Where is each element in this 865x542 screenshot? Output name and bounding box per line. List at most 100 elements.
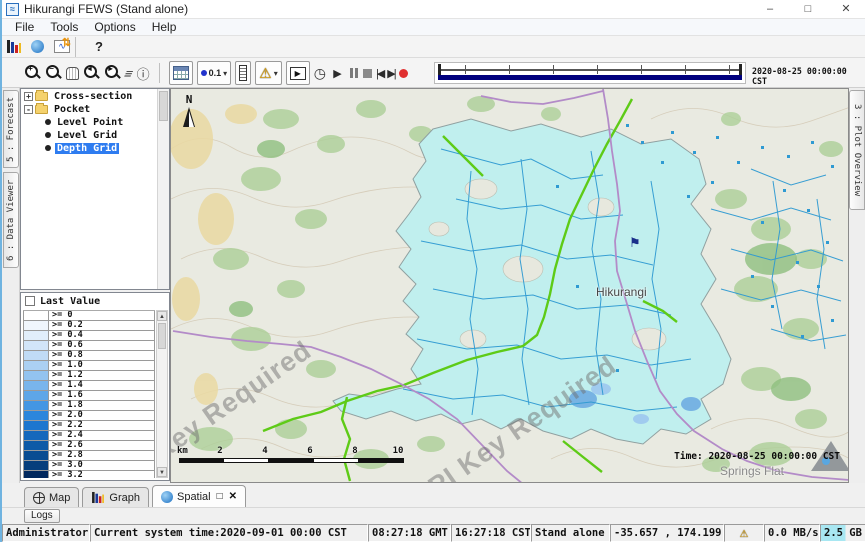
legend-class-row[interactable]: >= 0.8	[23, 351, 155, 361]
layers-icon[interactable]: ≡	[122, 66, 137, 81]
zoom-previous-icon[interactable]: ◂	[83, 64, 100, 82]
status-local-time: 16:27:18 CST	[451, 524, 531, 542]
scale-tick-label: 6	[299, 446, 321, 456]
tab-plot-overview[interactable]: 3 : Plot Overview	[849, 90, 865, 210]
tree-item-depth-grid[interactable]: Depth Grid	[21, 142, 169, 154]
tree-item-label[interactable]: Level Grid	[55, 130, 119, 141]
app-logo-icon: ≈	[6, 3, 19, 16]
legend-class-row[interactable]: >= 3.2	[23, 471, 155, 478]
logs-button[interactable]: Logs	[24, 509, 60, 523]
legend-class-row[interactable]: >= 0.2	[23, 321, 155, 331]
collapse-icon[interactable]: -	[24, 105, 33, 114]
legend-scrollbar-thumb[interactable]	[158, 323, 166, 349]
legend-class-row[interactable]: >= 0.6	[23, 341, 155, 351]
menu-item[interactable]: File	[8, 20, 41, 34]
legend-color-swatch	[23, 321, 49, 331]
legend-scrollbar[interactable]: ▲ ▼	[156, 310, 168, 478]
open-archive-button[interactable]	[7, 40, 21, 53]
tree-item-level-point[interactable]: Level Point	[21, 116, 169, 128]
map-tools-group: + − ◂ ▸ ≡ ⓘ 0.1 ▾ ⚠ ▾ ▶ ◷ ▶ |◀	[24, 58, 408, 88]
thresholds-dropdown[interactable]: ⚠ ▾	[255, 61, 282, 85]
legend-color-swatch	[23, 361, 49, 371]
tree-item-label[interactable]: Level Point	[55, 117, 125, 128]
last-value-checkbox[interactable]	[25, 296, 35, 306]
tree-item-label-selected[interactable]: Depth Grid	[55, 143, 119, 154]
legend-class-row[interactable]: >= 2.8	[23, 451, 155, 461]
station-marker-icon[interactable]: ⚑	[629, 235, 641, 251]
spatial-map-canvas[interactable]: API Key Required API Key Required N ⚑ Hi…	[170, 88, 849, 483]
legend-class-row[interactable]: >= 1.8	[23, 401, 155, 411]
window-title: Hikurangi FEWS (Stand alone)	[24, 2, 188, 16]
time-slider-track	[439, 69, 741, 71]
animation-export-button[interactable]: ▶	[286, 61, 310, 85]
pause-button[interactable]	[349, 68, 359, 78]
stop-button[interactable]	[363, 69, 372, 78]
class-breaks-dropdown[interactable]: 0.1 ▾	[197, 61, 232, 85]
status-warning-cell[interactable]: ⚠	[724, 524, 764, 542]
maximize-button[interactable]: □	[789, 0, 827, 19]
scroll-down-icon[interactable]: ▼	[157, 467, 167, 477]
tab-map[interactable]: Map	[24, 487, 79, 507]
tab-restore-icon[interactable]: □	[217, 491, 223, 502]
record-button[interactable]	[399, 69, 408, 78]
warning-icon: ⚠	[740, 526, 748, 540]
tab-data-viewer[interactable]: 6 : Data Viewer	[3, 172, 19, 268]
timeseries-dialog-button[interactable]: ∿	[54, 40, 70, 53]
tree-scrollbar[interactable]	[157, 89, 169, 289]
legend-class-row[interactable]: >= 2.2	[23, 421, 155, 431]
animation-timer-icon[interactable]: ◷	[314, 65, 326, 82]
tree-item-level-grid[interactable]: Level Grid	[21, 129, 169, 141]
longitudinal-profile-button[interactable]	[235, 61, 251, 85]
time-slider-thumb[interactable]	[438, 64, 441, 75]
time-span-bar	[438, 75, 742, 80]
pan-icon[interactable]	[66, 67, 79, 80]
legend-class-row[interactable]: >= 1.2	[23, 371, 155, 381]
tab-close-icon[interactable]: ✕	[229, 491, 237, 502]
scroll-up-icon[interactable]: ▲	[157, 311, 167, 321]
scale-tick-label: 8	[344, 446, 366, 456]
legend-class-row[interactable]: >= 2.4	[23, 431, 155, 441]
legend-color-swatch	[23, 351, 49, 361]
minimize-button[interactable]: –	[751, 0, 789, 19]
zoom-next-icon[interactable]: ▸	[104, 64, 121, 82]
menu-item[interactable]: Help	[145, 20, 184, 34]
tree-item-label[interactable]: Pocket	[52, 104, 92, 115]
tab-forecast[interactable]: 5 : Forecast	[3, 90, 19, 168]
menu-item[interactable]: Options	[87, 20, 142, 34]
play-button[interactable]: ▶	[330, 67, 345, 80]
filter-tree: + Cross-section - Pocket Level Point Lev…	[20, 88, 170, 290]
main-toolbar: ∿ ?	[2, 36, 865, 58]
zoom-out-icon[interactable]: −	[45, 64, 62, 82]
tree-item-pocket[interactable]: - Pocket	[21, 103, 169, 115]
legend-color-swatch	[23, 371, 49, 381]
legend-class-row[interactable]: >= 2.6	[23, 441, 155, 451]
toolbar-separator	[159, 63, 160, 83]
help-button[interactable]: ?	[95, 39, 103, 54]
legend-class-row[interactable]: >= 0.4	[23, 331, 155, 341]
open-map-button[interactable]	[31, 40, 44, 53]
legend-class-row[interactable]: >= 2.0	[23, 411, 155, 421]
status-memory[interactable]: 2.5 GB	[820, 524, 865, 542]
logs-row: Logs	[2, 507, 865, 524]
legend-class-row[interactable]: >= 3.0	[23, 461, 155, 471]
info-icon[interactable]: ⓘ	[137, 64, 150, 83]
legend-class-row[interactable]: >= 1.6	[23, 391, 155, 401]
folder-icon	[35, 105, 48, 114]
time-slider[interactable]	[434, 62, 746, 84]
tree-item-label[interactable]: Cross-section	[52, 91, 134, 102]
tab-spatial[interactable]: Spatial □ ✕	[152, 485, 246, 507]
go-to-end-button[interactable]: ▶|	[387, 67, 394, 80]
go-to-start-button[interactable]: |◀	[376, 67, 383, 80]
tree-scrollbar-thumb[interactable]	[159, 91, 168, 121]
class-dot-icon	[201, 70, 207, 76]
expand-icon[interactable]: +	[24, 92, 33, 101]
zoom-in-icon[interactable]: +	[24, 64, 41, 82]
tree-item-cross-section[interactable]: + Cross-section	[21, 90, 169, 102]
legend-class-row[interactable]: >= 1.4	[23, 381, 155, 391]
legend-class-row[interactable]: >= 0	[23, 311, 155, 321]
close-button[interactable]: ✕	[827, 0, 865, 19]
menu-item[interactable]: Tools	[43, 20, 85, 34]
legend-class-row[interactable]: >= 1.0	[23, 361, 155, 371]
tab-graph[interactable]: Graph	[82, 487, 149, 507]
grid-display-button[interactable]	[169, 61, 193, 85]
